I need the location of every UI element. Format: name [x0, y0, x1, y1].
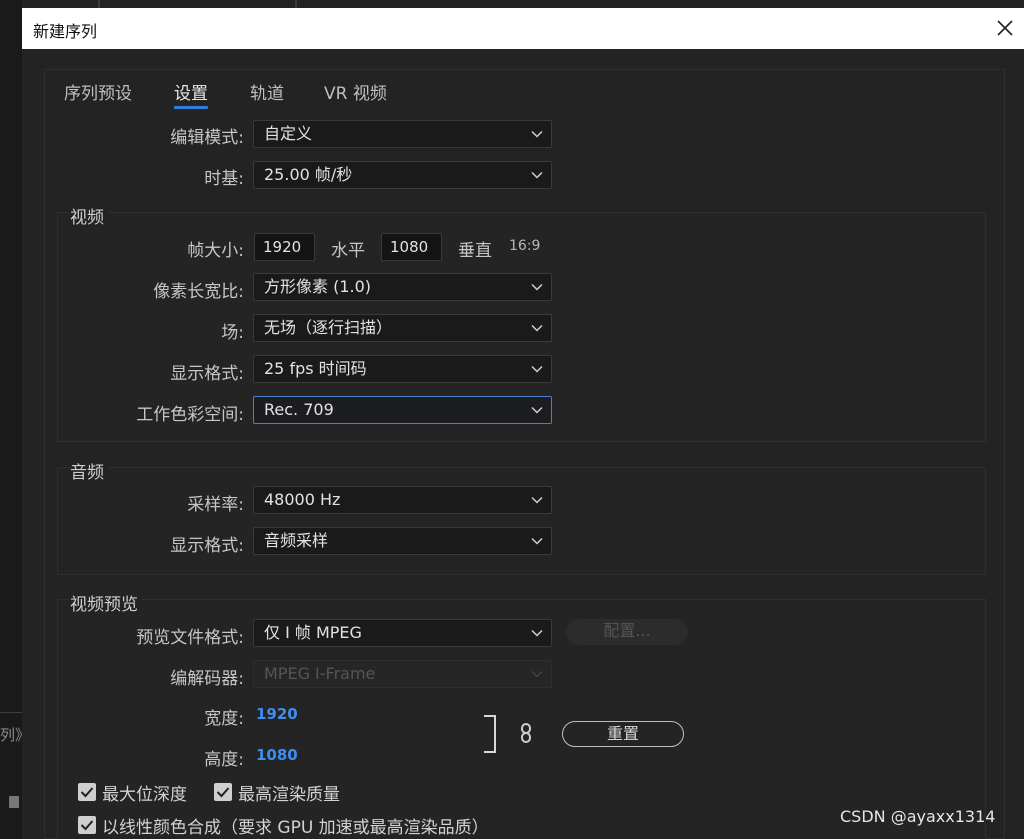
chevron-down-icon — [531, 495, 543, 505]
chevron-down-icon — [531, 405, 543, 415]
checkmark-icon — [80, 820, 94, 831]
sample-rate-value: 48000 Hz — [264, 490, 341, 509]
preview-width-label: 宽度: — [204, 709, 244, 729]
color-space-dropdown[interactable]: Rec. 709 — [253, 396, 552, 424]
frame-width-unit: 水平 — [331, 241, 365, 261]
pixel-aspect-value: 方形像素 (1.0) — [264, 277, 372, 296]
chevron-down-icon — [531, 170, 543, 180]
chevron-down-icon — [531, 282, 543, 292]
audio-section-title: 音频 — [70, 458, 108, 483]
preview-format-value: 仅 I 帧 MPEG — [264, 623, 362, 642]
tab-sequence-presets[interactable]: 序列预设 — [64, 79, 132, 104]
color-space-label: 工作色彩空间: — [136, 405, 244, 425]
video-preview-section-title: 视频预览 — [70, 590, 142, 615]
field-label: 场: — [221, 323, 244, 343]
linear-color-checkbox[interactable] — [78, 816, 96, 834]
preview-format-dropdown[interactable]: 仅 I 帧 MPEG — [253, 619, 552, 647]
display-format-label: 显示格式: — [170, 364, 244, 384]
sample-rate-label: 采样率: — [187, 495, 244, 515]
audio-display-format-dropdown[interactable]: 音频采样 — [253, 527, 552, 555]
close-button[interactable] — [994, 17, 1016, 39]
frame-height-unit: 垂直 — [458, 241, 492, 261]
audio-display-format-value: 音频采样 — [264, 531, 329, 550]
edit-mode-label: 编辑模式: — [170, 128, 244, 148]
codec-dropdown[interactable]: MPEG I-Frame — [253, 660, 552, 688]
chevron-down-icon — [531, 129, 543, 139]
pixel-aspect-dropdown[interactable]: 方形像素 (1.0) — [253, 273, 552, 301]
audio-section — [57, 467, 986, 575]
tab-vr-video[interactable]: VR 视频 — [324, 79, 387, 104]
preview-format-label: 预览文件格式: — [136, 628, 244, 648]
max-render-quality-checkbox[interactable] — [214, 783, 232, 801]
display-format-dropdown[interactable]: 25 fps 时间码 — [253, 355, 552, 383]
chevron-down-icon — [531, 669, 543, 679]
chevron-down-icon — [531, 364, 543, 374]
timebase-dropdown[interactable]: 25.00 帧/秒 — [253, 161, 552, 189]
frame-height-input[interactable]: 1080 — [381, 233, 442, 261]
max-render-quality-label[interactable]: 最高渲染质量 — [238, 780, 340, 805]
chevron-down-icon — [531, 536, 543, 546]
close-icon — [997, 20, 1013, 36]
chevron-down-icon — [531, 628, 543, 638]
edit-mode-value: 自定义 — [264, 124, 313, 143]
preview-width-value[interactable]: 1920 — [256, 705, 298, 723]
video-section-title: 视频 — [70, 203, 108, 228]
preview-height-label: 高度: — [204, 750, 244, 770]
frame-size-label: 帧大小: — [187, 241, 244, 261]
sample-rate-dropdown[interactable]: 48000 Hz — [253, 486, 552, 514]
pixel-aspect-label: 像素长宽比: — [153, 282, 244, 302]
dimension-bracket-icon — [482, 714, 498, 758]
field-value: 无场（逐行扫描） — [264, 318, 393, 337]
audio-display-format-label: 显示格式: — [170, 536, 244, 556]
aspect-ratio-text: 16:9 — [509, 238, 541, 254]
new-sequence-dialog: 新建序列 序列预设 设置 轨道 VR 视频 编辑模式: 自定义 时基: 25.0… — [22, 8, 1024, 839]
edit-mode-dropdown[interactable]: 自定义 — [253, 120, 552, 148]
tab-settings[interactable]: 设置 — [174, 79, 208, 109]
color-space-value: Rec. 709 — [264, 400, 334, 419]
chevron-down-icon — [531, 323, 543, 333]
background-divider — [0, 712, 22, 713]
codec-value: MPEG I-Frame — [264, 664, 376, 683]
background-app-left — [0, 0, 22, 839]
dialog-titlebar: 新建序列 — [22, 8, 1024, 49]
background-divider — [98, 0, 100, 8]
checkmark-icon — [216, 787, 230, 798]
linear-color-label[interactable]: 以线性颜色合成（要求 GPU 加速或最高渲染品质） — [102, 813, 489, 838]
checkmark-icon — [80, 787, 94, 798]
background-divider — [295, 0, 297, 8]
tab-tracks[interactable]: 轨道 — [250, 79, 284, 104]
frame-width-input[interactable]: 1920 — [254, 233, 315, 261]
configure-button[interactable]: 配置... — [566, 619, 688, 645]
reset-button[interactable]: 重置 — [562, 721, 684, 747]
preview-height-value[interactable]: 1080 — [256, 746, 298, 764]
background-marker-icon — [9, 796, 19, 808]
display-format-value: 25 fps 时间码 — [264, 359, 367, 378]
max-bit-depth-checkbox[interactable] — [78, 783, 96, 801]
max-bit-depth-label[interactable]: 最大位深度 — [102, 780, 187, 805]
codec-label: 编解码器: — [170, 669, 244, 689]
dialog-title: 新建序列 — [33, 22, 98, 41]
field-dropdown[interactable]: 无场（逐行扫描） — [253, 314, 552, 342]
watermark-text: CSDN @ayaxx1314 — [840, 807, 996, 826]
link-aspect-icon[interactable] — [519, 722, 533, 748]
timebase-value: 25.00 帧/秒 — [264, 165, 353, 184]
background-app-strip — [0, 0, 1024, 8]
timebase-label: 时基: — [204, 169, 244, 189]
